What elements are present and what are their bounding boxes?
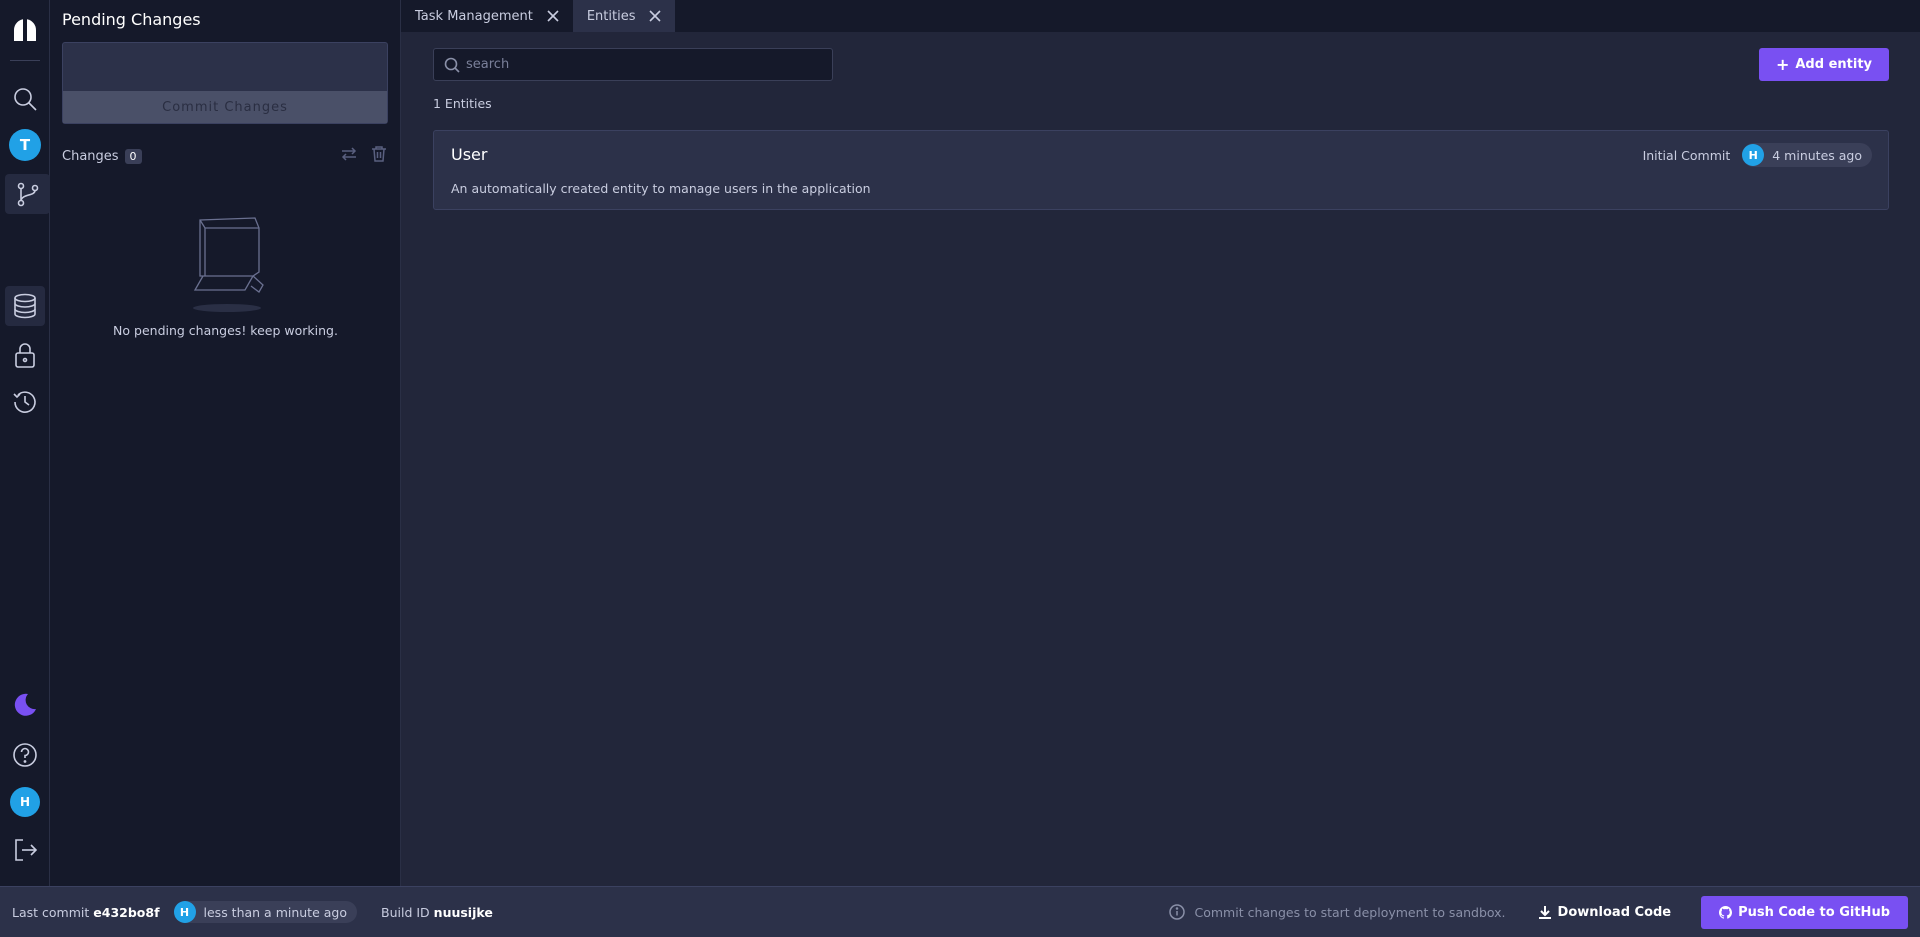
workspace-avatar[interactable]: T: [5, 125, 45, 165]
lock-icon[interactable]: [5, 335, 45, 375]
moon-icon[interactable]: [5, 684, 45, 724]
add-entity-label: Add entity: [1795, 57, 1873, 72]
author-avatar: H: [1742, 144, 1765, 166]
entity-description: An automatically created entity to manag…: [451, 181, 871, 196]
workspace-initial: T: [9, 129, 41, 161]
last-commit-id[interactable]: e432bo8f: [93, 905, 159, 920]
deployment-info-text: Commit changes to start deployment to sa…: [1194, 904, 1506, 920]
build-id[interactable]: nuusijke: [434, 905, 493, 920]
search-icon[interactable]: [5, 79, 45, 119]
git-branch-icon[interactable]: [5, 174, 50, 214]
build-info: Build ID nuusijke: [381, 905, 493, 920]
download-code-button[interactable]: Download Code: [1538, 904, 1672, 920]
search-icon: [444, 57, 460, 73]
trash-icon[interactable]: [370, 145, 388, 167]
push-to-github-label: Push Code to GitHub: [1738, 904, 1890, 920]
add-entity-button[interactable]: + Add entity: [1759, 48, 1889, 81]
entity-commit-meta: Initial Commit H 4 minutes ago: [1643, 143, 1872, 167]
tab-task-management[interactable]: Task Management: [401, 0, 573, 32]
entities-main: + Add entity 1 Entities User An automati…: [401, 32, 1920, 886]
commit-time-pill: H less than a minute ago: [173, 901, 357, 923]
push-to-github-button[interactable]: Push Code to GitHub: [1701, 895, 1908, 929]
tab-label: Entities: [586, 8, 636, 24]
empty-state-text: No pending changes! keep working.: [113, 323, 338, 338]
commit-time: 4 minutes ago: [1772, 147, 1862, 163]
icon-rail: T H: [0, 0, 50, 886]
tab-label: Task Management: [415, 8, 533, 24]
status-footer: Last commit e432bo8f H less than a minut…: [0, 886, 1920, 937]
panel-title: Pending Changes: [62, 10, 201, 29]
commit-time-pill: H 4 minutes ago: [1742, 143, 1872, 167]
github-icon: [1719, 905, 1733, 919]
database-icon[interactable]: [5, 286, 45, 326]
changes-header: Changes 0: [62, 145, 388, 167]
entities-count: 1 Entities: [433, 96, 492, 111]
close-icon[interactable]: [547, 10, 559, 22]
download-icon: [1538, 906, 1551, 919]
changes-label: Changes: [62, 148, 119, 164]
pending-changes-panel: Pending Changes Commit Changes Changes 0…: [50, 0, 401, 886]
empty-box-illustration: [175, 210, 275, 319]
close-icon[interactable]: [649, 10, 662, 22]
commit-changes-button[interactable]: Commit Changes: [63, 91, 387, 123]
download-code-label: Download Code: [1557, 904, 1672, 920]
build-id-label: Build ID: [381, 904, 430, 920]
last-commit-label: Last commit: [12, 904, 90, 920]
help-icon[interactable]: [5, 735, 45, 775]
entity-name: User: [451, 145, 488, 164]
changes-count-badge: 0: [124, 148, 142, 164]
history-icon[interactable]: [5, 382, 45, 422]
commit-message: Initial Commit: [1642, 147, 1731, 163]
compare-arrows-icon[interactable]: [340, 145, 358, 167]
commit-time: less than a minute ago: [203, 904, 347, 920]
commit-message-box[interactable]: Commit Changes: [62, 42, 388, 124]
search-input[interactable]: [466, 57, 826, 72]
tab-bar: Task Management Entities: [401, 0, 1920, 32]
entity-card[interactable]: User An automatically created entity to …: [433, 130, 1889, 210]
user-initial: H: [10, 787, 40, 817]
search-field[interactable]: [433, 48, 833, 81]
tab-entities[interactable]: Entities: [572, 0, 676, 32]
plus-icon: +: [1775, 54, 1790, 74]
logo-icon[interactable]: [5, 10, 45, 50]
info-icon: [1168, 904, 1185, 920]
logout-icon[interactable]: [5, 830, 45, 870]
user-avatar[interactable]: H: [5, 782, 45, 822]
deployment-info: Commit changes to start deployment to sa…: [1168, 904, 1506, 920]
rail-divider: [10, 60, 40, 61]
author-avatar: H: [173, 901, 196, 923]
